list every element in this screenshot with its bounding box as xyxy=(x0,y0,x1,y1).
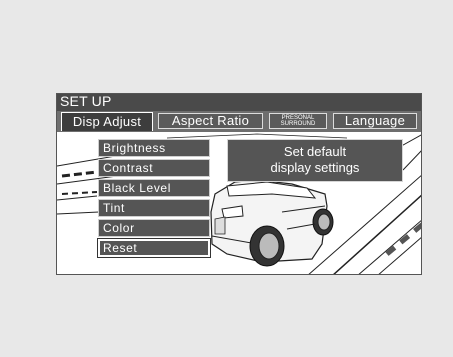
title-bar: SET UP xyxy=(57,94,421,111)
menu-item-label: Reset xyxy=(103,241,138,255)
menu-item-tint[interactable]: Tint xyxy=(98,199,210,217)
tab-personal-surround[interactable]: PRESONAL SURROUND xyxy=(269,113,327,129)
tab-label-line2: SURROUND xyxy=(280,121,316,127)
tab-label: Language xyxy=(344,113,406,128)
screen-title: SET UP xyxy=(60,93,112,109)
tab-label: Disp Adjust xyxy=(72,114,142,129)
menu-item-label: Contrast xyxy=(103,161,154,175)
menu-item-label: Color xyxy=(103,221,135,235)
tab-bar: Disp Adjust Aspect Ratio PRESONAL SURROU… xyxy=(57,111,421,132)
menu-item-brightness[interactable]: Brightness xyxy=(98,139,210,157)
menu-item-black-level[interactable]: Black Level xyxy=(98,179,210,197)
setup-screen: SET UP Disp Adjust Aspect Ratio PRESONAL… xyxy=(56,93,422,275)
tab-label: Aspect Ratio xyxy=(171,113,250,128)
menu-item-label: Black Level xyxy=(103,181,171,195)
menu-item-contrast[interactable]: Contrast xyxy=(98,159,210,177)
tab-language[interactable]: Language xyxy=(333,113,417,129)
help-description-box: Set default display settings xyxy=(227,139,403,182)
menu-item-color[interactable]: Color xyxy=(98,219,210,237)
help-text-line2: display settings xyxy=(270,160,360,175)
menu-item-label: Tint xyxy=(103,201,125,215)
menu-item-label: Brightness xyxy=(103,141,166,155)
help-text-line1: Set default xyxy=(283,144,347,159)
tab-aspect-ratio[interactable]: Aspect Ratio xyxy=(158,113,263,129)
menu-item-reset[interactable]: Reset xyxy=(98,239,210,257)
tab-disp-adjust[interactable]: Disp Adjust xyxy=(61,112,153,131)
